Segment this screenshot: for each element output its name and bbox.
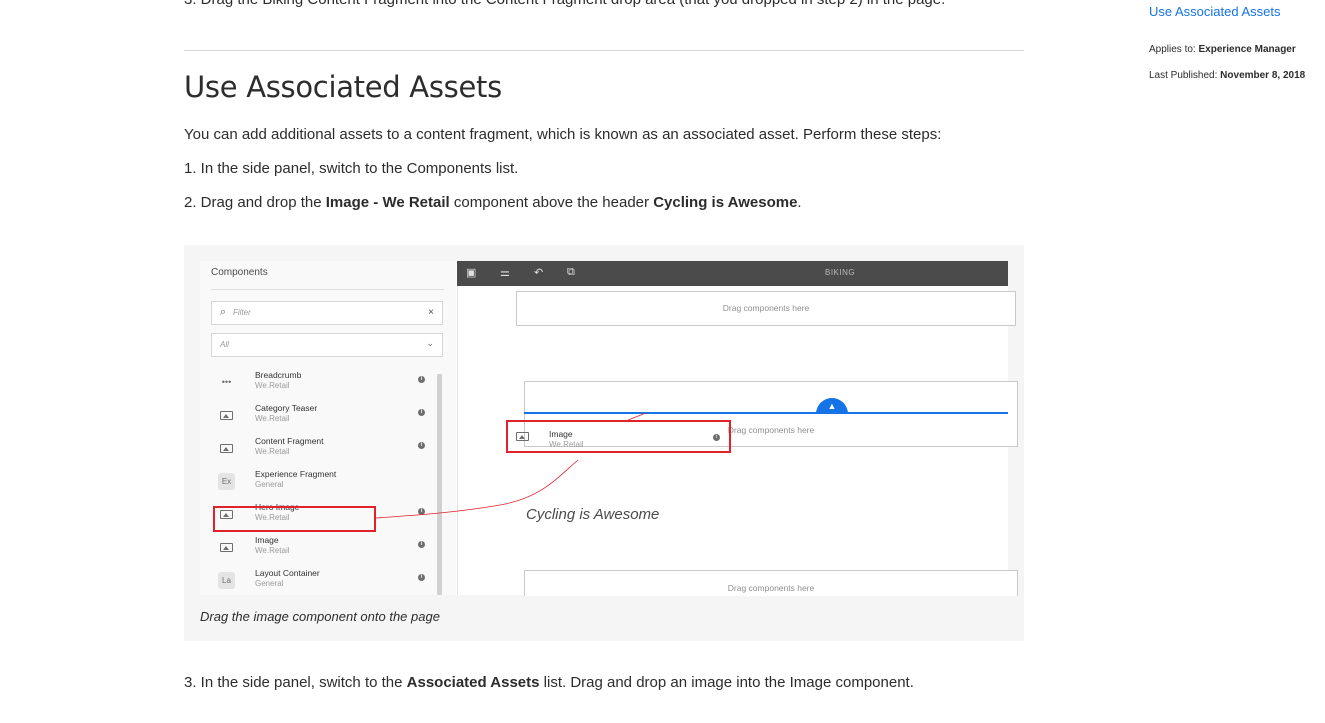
page-heading: Cycling is Awesome <box>526 506 660 523</box>
step-3: 3. In the side panel, switch to the Asso… <box>184 674 914 691</box>
drag-path-line <box>375 412 647 519</box>
step-3-prefix: 3. In the side panel, switch to the <box>184 674 407 691</box>
step-3-list: Associated Assets <box>406 674 540 691</box>
drop-zone-bottom[interactable]: Drag components here <box>524 570 1018 596</box>
step-3-suffix: list. Drag and drop an image into the Im… <box>539 674 914 691</box>
